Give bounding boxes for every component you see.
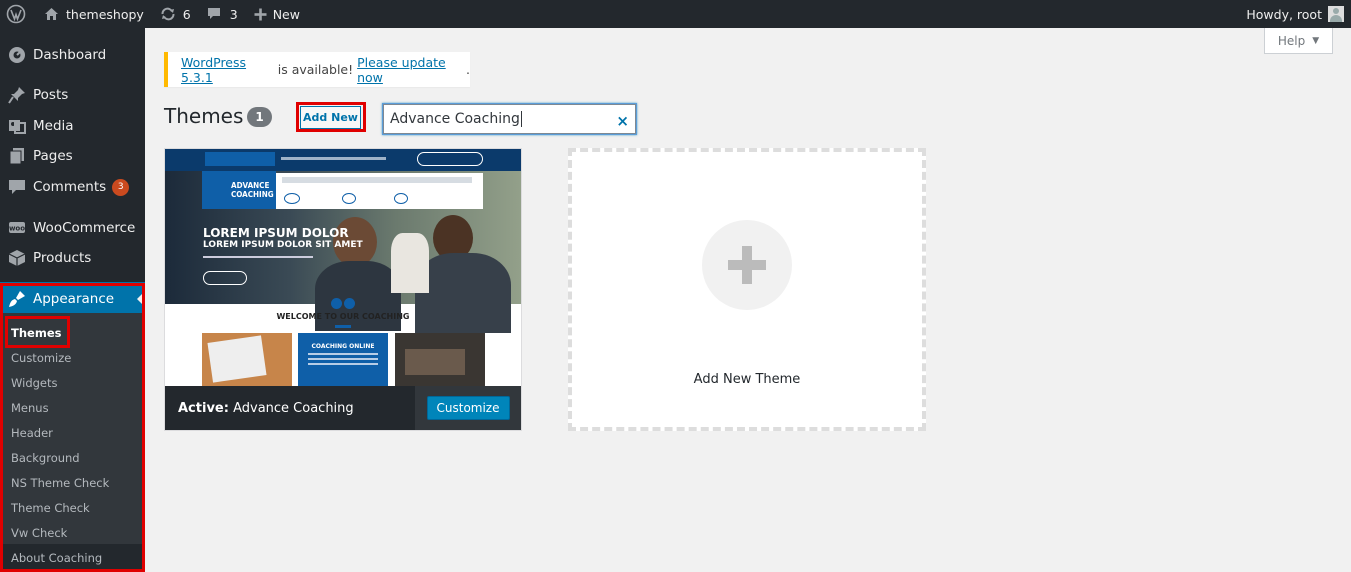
site-name: themeshopy [66,6,144,22]
screenshot-topbar [165,149,521,171]
screenshot-welcome-heading: WELCOME TO OUR COACHING [276,312,410,321]
plus-icon [702,220,792,310]
menu-label-media: Media [33,118,74,134]
comments-badge: 3 [112,178,130,196]
active-theme-label: Active: Advance Coaching [178,401,354,416]
screenshot-hero-subtitle: LOREM IPSUM DOLOR SIT AMET [203,240,363,250]
screenshot-card-2: COACHING ONLINE [298,333,388,386]
customize-button[interactable]: Customize [426,396,510,420]
menu-item-comments[interactable]: Comments 3 [0,170,145,204]
comments-count: 3 [229,6,238,22]
wordpress-version-link[interactable]: WordPress 5.3.1 [181,55,274,85]
menu-item-pages[interactable]: Pages [0,139,145,173]
theme-search-input[interactable]: Advance Coaching × [383,104,636,134]
box-icon [7,248,27,268]
submenu-theme-check[interactable]: Theme Check [11,501,90,515]
notice-end-text: . [466,62,470,77]
screenshot-card-3 [395,333,485,386]
my-account[interactable]: Howdy, root [1246,0,1351,28]
updates-count: 6 [182,6,191,22]
screenshot-hero-title: LOREM IPSUM DOLOR [203,226,349,240]
menu-item-dashboard[interactable]: Dashboard [0,38,145,72]
comments-link[interactable]: 3 [199,0,246,28]
refresh-icon [160,7,176,21]
menu-label-pages: Pages [33,148,73,164]
theme-actions: Customize [415,386,521,430]
menu-item-woocommerce[interactable]: woo WooCommerce [0,211,145,245]
theme-footer: Active: Advance Coaching Customize [165,386,521,430]
menu-item-products[interactable]: Products [0,241,145,275]
screenshot-logo-text: ADVANCE COACHING [231,181,274,199]
submenu-widgets[interactable]: Widgets [11,376,58,390]
submenu-background[interactable]: Background [11,451,80,465]
pin-icon [7,85,27,105]
screenshot-card-1 [202,333,292,386]
wordpress-logo-icon[interactable] [0,0,34,28]
menu-label-dashboard: Dashboard [33,47,107,63]
update-now-link[interactable]: Please update now [357,55,466,85]
media-icon [7,116,27,136]
submenu-menus[interactable]: Menus [11,401,49,415]
updates-link[interactable]: 6 [152,0,199,28]
submenu-themes[interactable]: Themes [11,326,61,340]
greeting: Howdy, root [1246,6,1322,22]
clear-search-icon[interactable]: × [616,112,629,130]
menu-label-appearance: Appearance [33,291,115,307]
theme-card-advance-coaching[interactable]: ADVANCE COACHING LOREM IPSUM DOLOR LOREM… [164,148,522,431]
admin-bar: themeshopy 6 3 New Howdy, root [0,0,1351,28]
menu-item-media[interactable]: Media [0,109,145,143]
woo-icon: woo [7,218,27,238]
menu-label-woocommerce: WooCommerce [33,220,136,236]
theme-count-badge: 1 [247,107,272,127]
pages-icon [7,146,27,166]
help-tab-button[interactable]: Help ▼ [1264,28,1333,54]
submenu-customize[interactable]: Customize [11,351,71,365]
comment-icon [7,177,27,197]
comment-icon [207,7,221,21]
plus-icon [254,8,267,21]
text-cursor [520,111,522,127]
menu-item-posts[interactable]: Posts [0,78,145,112]
avatar [1328,6,1344,22]
theme-screenshot: ADVANCE COACHING LOREM IPSUM DOLOR LOREM… [165,149,521,386]
caret-down-icon: ▼ [1312,35,1320,46]
new-label: New [272,6,300,22]
add-new-theme-label: Add New Theme [693,372,801,387]
menu-item-appearance[interactable]: Appearance [0,282,145,316]
help-label: Help [1277,33,1306,48]
menu-separator [0,76,145,77]
menu-label-posts: Posts [33,87,69,103]
screenshot-hero-button [203,271,247,285]
menu-label-products: Products [33,250,92,266]
add-new-theme-button[interactable]: Add New [300,106,361,129]
submenu-about-coaching[interactable]: About Coaching [11,551,102,565]
notice-middle-text: is available! [273,62,358,77]
submenu-header[interactable]: Header [11,426,53,440]
active-theme-name: Advance Coaching [233,400,354,416]
active-prefix: Active: [178,400,229,416]
dashboard-icon [7,45,27,65]
add-new-theme-card[interactable]: Add New Theme [568,148,926,431]
submenu-ns-theme-check[interactable]: NS Theme Check [11,476,109,490]
menu-label-comments: Comments [33,179,107,195]
site-name-link[interactable]: themeshopy [34,0,152,28]
new-content-link[interactable]: New [246,0,308,28]
search-value: Advance Coaching [390,111,520,127]
page-title: Themes [164,104,244,128]
home-icon [44,7,59,21]
update-notice: WordPress 5.3.1 is available! Please upd… [164,52,470,87]
submenu-vw-check[interactable]: Vw Check [11,526,67,540]
svg-text:woo: woo [9,225,25,233]
brush-icon [7,289,27,309]
appearance-submenu: Themes Customize Widgets Menus Header Ba… [0,313,145,565]
admin-menu: Dashboard Posts Media Pages Comments 3 w… [0,28,145,572]
